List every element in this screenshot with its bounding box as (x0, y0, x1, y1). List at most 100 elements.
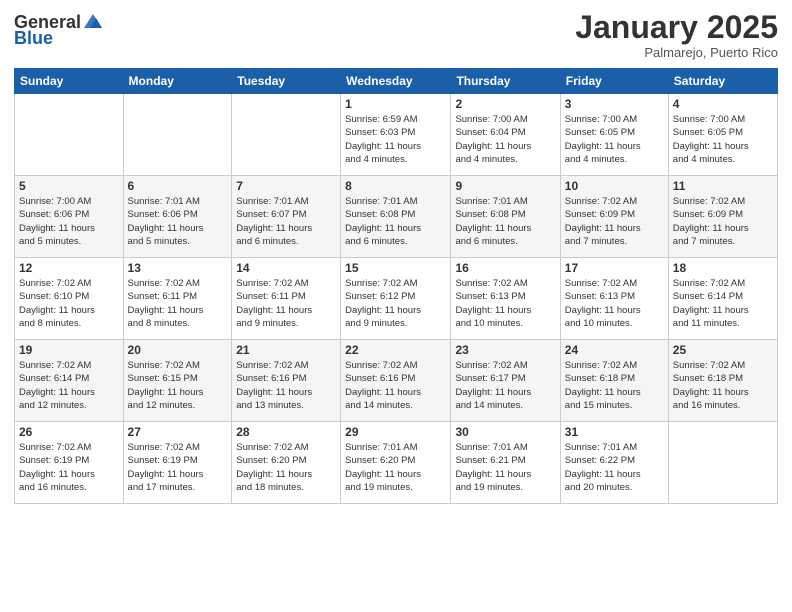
day-info: Sunrise: 7:01 AMSunset: 6:06 PMDaylight:… (128, 195, 228, 248)
calendar-cell: 16 Sunrise: 7:02 AMSunset: 6:13 PMDayligh… (451, 258, 560, 340)
col-friday: Friday (560, 69, 668, 94)
day-number: 10 (565, 179, 664, 193)
calendar-week-row: 5 Sunrise: 7:00 AMSunset: 6:06 PMDaylight… (15, 176, 778, 258)
calendar-cell: 4 Sunrise: 7:00 AMSunset: 6:05 PMDaylight… (668, 94, 777, 176)
col-thursday: Thursday (451, 69, 560, 94)
day-info: Sunrise: 7:02 AMSunset: 6:10 PMDaylight:… (19, 277, 119, 330)
calendar-cell: 3Sunrise: 7:00 AMSunset: 6:05 PMDaylight… (560, 94, 668, 176)
day-info: Sunrise: 7:01 AMSunset: 6:07 PMDaylight:… (236, 195, 336, 248)
calendar-cell: 2 Sunrise: 7:00 AMSunset: 6:04 PMDaylight… (451, 94, 560, 176)
day-info: Sunrise: 7:02 AMSunset: 6:09 PMDaylight:… (673, 195, 773, 248)
day-info: Sunrise: 7:02 AMSunset: 6:14 PMDaylight:… (673, 277, 773, 330)
day-number: 2 (455, 97, 555, 111)
col-tuesday: Tuesday (232, 69, 341, 94)
day-number: 15 (345, 261, 446, 275)
day-number: 17 (565, 261, 664, 275)
day-info: Sunrise: 7:02 AMSunset: 6:17 PMDaylight:… (455, 359, 555, 412)
day-number: 19 (19, 343, 119, 357)
day-number: 29 (345, 425, 446, 439)
calendar-week-row: 26 Sunrise: 7:02 AMSunset: 6:19 PMDayligh… (15, 422, 778, 504)
day-number: 1 (345, 97, 446, 111)
day-number: 4 (673, 97, 773, 111)
calendar-cell: 13Sunrise: 7:02 AMSunset: 6:11 PMDayligh… (123, 258, 232, 340)
day-info: Sunrise: 7:02 AMSunset: 6:18 PMDaylight:… (673, 359, 773, 412)
day-number: 30 (455, 425, 555, 439)
day-info: Sunrise: 7:02 AMSunset: 6:15 PMDaylight:… (128, 359, 228, 412)
day-number: 24 (565, 343, 664, 357)
day-number: 28 (236, 425, 336, 439)
calendar-cell (668, 422, 777, 504)
day-info: Sunrise: 7:01 AMSunset: 6:21 PMDaylight:… (455, 441, 555, 494)
day-info: Sunrise: 7:02 AMSunset: 6:09 PMDaylight:… (565, 195, 664, 248)
calendar-cell: 29Sunrise: 7:01 AMSunset: 6:20 PMDayligh… (341, 422, 451, 504)
day-info: Sunrise: 6:59 AMSunset: 6:03 PMDaylight:… (345, 113, 446, 166)
calendar-cell: 30 Sunrise: 7:01 AMSunset: 6:21 PMDayligh… (451, 422, 560, 504)
calendar-cell: 24 Sunrise: 7:02 AMSunset: 6:18 PMDayligh… (560, 340, 668, 422)
logo-blue-text: Blue (14, 28, 53, 49)
day-number: 7 (236, 179, 336, 193)
calendar-cell: 26 Sunrise: 7:02 AMSunset: 6:19 PMDayligh… (15, 422, 124, 504)
day-number: 5 (19, 179, 119, 193)
calendar-cell: 15Sunrise: 7:02 AMSunset: 6:12 PMDayligh… (341, 258, 451, 340)
calendar-cell: 1 Sunrise: 6:59 AMSunset: 6:03 PMDaylight… (341, 94, 451, 176)
calendar-cell: 21Sunrise: 7:02 AMSunset: 6:16 PMDayligh… (232, 340, 341, 422)
day-info: Sunrise: 7:02 AMSunset: 6:16 PMDaylight:… (345, 359, 446, 412)
day-info: Sunrise: 7:02 AMSunset: 6:14 PMDaylight:… (19, 359, 119, 412)
col-monday: Monday (123, 69, 232, 94)
calendar-cell: 20 Sunrise: 7:02 AMSunset: 6:15 PMDayligh… (123, 340, 232, 422)
calendar-cell: 6Sunrise: 7:01 AMSunset: 6:06 PMDaylight… (123, 176, 232, 258)
day-info: Sunrise: 7:02 AMSunset: 6:13 PMDaylight:… (455, 277, 555, 330)
logo: General Blue (14, 10, 104, 49)
location: Palmarejo, Puerto Rico (575, 45, 778, 60)
day-info: Sunrise: 7:01 AMSunset: 6:08 PMDaylight:… (455, 195, 555, 248)
title-block: January 2025 Palmarejo, Puerto Rico (575, 10, 778, 60)
calendar-cell (123, 94, 232, 176)
day-info: Sunrise: 7:02 AMSunset: 6:16 PMDaylight:… (236, 359, 336, 412)
calendar-week-row: 19 Sunrise: 7:02 AMSunset: 6:14 PMDayligh… (15, 340, 778, 422)
page: General Blue January 2025 Palmarejo, Pue… (0, 0, 792, 612)
calendar-cell: 18 Sunrise: 7:02 AMSunset: 6:14 PMDayligh… (668, 258, 777, 340)
day-number: 20 (128, 343, 228, 357)
day-info: Sunrise: 7:01 AMSunset: 6:08 PMDaylight:… (345, 195, 446, 248)
calendar-cell: 19 Sunrise: 7:02 AMSunset: 6:14 PMDayligh… (15, 340, 124, 422)
calendar-week-row: 12 Sunrise: 7:02 AMSunset: 6:10 PMDayligh… (15, 258, 778, 340)
day-info: Sunrise: 7:02 AMSunset: 6:18 PMDaylight:… (565, 359, 664, 412)
calendar-cell: 31Sunrise: 7:01 AMSunset: 6:22 PMDayligh… (560, 422, 668, 504)
day-info: Sunrise: 7:00 AMSunset: 6:05 PMDaylight:… (673, 113, 773, 166)
calendar: Sunday Monday Tuesday Wednesday Thursday… (14, 68, 778, 504)
calendar-cell: 22Sunrise: 7:02 AMSunset: 6:16 PMDayligh… (341, 340, 451, 422)
month-title: January 2025 (575, 10, 778, 45)
day-info: Sunrise: 7:02 AMSunset: 6:19 PMDaylight:… (128, 441, 228, 494)
day-info: Sunrise: 7:02 AMSunset: 6:11 PMDaylight:… (128, 277, 228, 330)
logo-icon (82, 10, 104, 32)
day-number: 3 (565, 97, 664, 111)
calendar-header-row: Sunday Monday Tuesday Wednesday Thursday… (15, 69, 778, 94)
day-number: 27 (128, 425, 228, 439)
calendar-cell: 25Sunrise: 7:02 AMSunset: 6:18 PMDayligh… (668, 340, 777, 422)
calendar-cell: 10 Sunrise: 7:02 AMSunset: 6:09 PMDayligh… (560, 176, 668, 258)
calendar-cell (232, 94, 341, 176)
day-info: Sunrise: 7:00 AMSunset: 6:06 PMDaylight:… (19, 195, 119, 248)
day-info: Sunrise: 7:00 AMSunset: 6:04 PMDaylight:… (455, 113, 555, 166)
day-info: Sunrise: 7:01 AMSunset: 6:22 PMDaylight:… (565, 441, 664, 494)
day-number: 16 (455, 261, 555, 275)
col-wednesday: Wednesday (341, 69, 451, 94)
calendar-cell: 28 Sunrise: 7:02 AMSunset: 6:20 PMDayligh… (232, 422, 341, 504)
day-info: Sunrise: 7:02 AMSunset: 6:19 PMDaylight:… (19, 441, 119, 494)
calendar-cell: 11Sunrise: 7:02 AMSunset: 6:09 PMDayligh… (668, 176, 777, 258)
day-number: 23 (455, 343, 555, 357)
calendar-cell: 12 Sunrise: 7:02 AMSunset: 6:10 PMDayligh… (15, 258, 124, 340)
day-info: Sunrise: 7:02 AMSunset: 6:11 PMDaylight:… (236, 277, 336, 330)
day-number: 12 (19, 261, 119, 275)
calendar-cell: 23 Sunrise: 7:02 AMSunset: 6:17 PMDayligh… (451, 340, 560, 422)
day-number: 26 (19, 425, 119, 439)
calendar-cell: 27 Sunrise: 7:02 AMSunset: 6:19 PMDayligh… (123, 422, 232, 504)
calendar-cell: 8 Sunrise: 7:01 AMSunset: 6:08 PMDaylight… (341, 176, 451, 258)
calendar-cell: 14Sunrise: 7:02 AMSunset: 6:11 PMDayligh… (232, 258, 341, 340)
day-info: Sunrise: 7:02 AMSunset: 6:13 PMDaylight:… (565, 277, 664, 330)
calendar-week-row: 1 Sunrise: 6:59 AMSunset: 6:03 PMDaylight… (15, 94, 778, 176)
day-info: Sunrise: 7:02 AMSunset: 6:20 PMDaylight:… (236, 441, 336, 494)
day-number: 8 (345, 179, 446, 193)
calendar-cell: 9Sunrise: 7:01 AMSunset: 6:08 PMDaylight… (451, 176, 560, 258)
day-number: 18 (673, 261, 773, 275)
